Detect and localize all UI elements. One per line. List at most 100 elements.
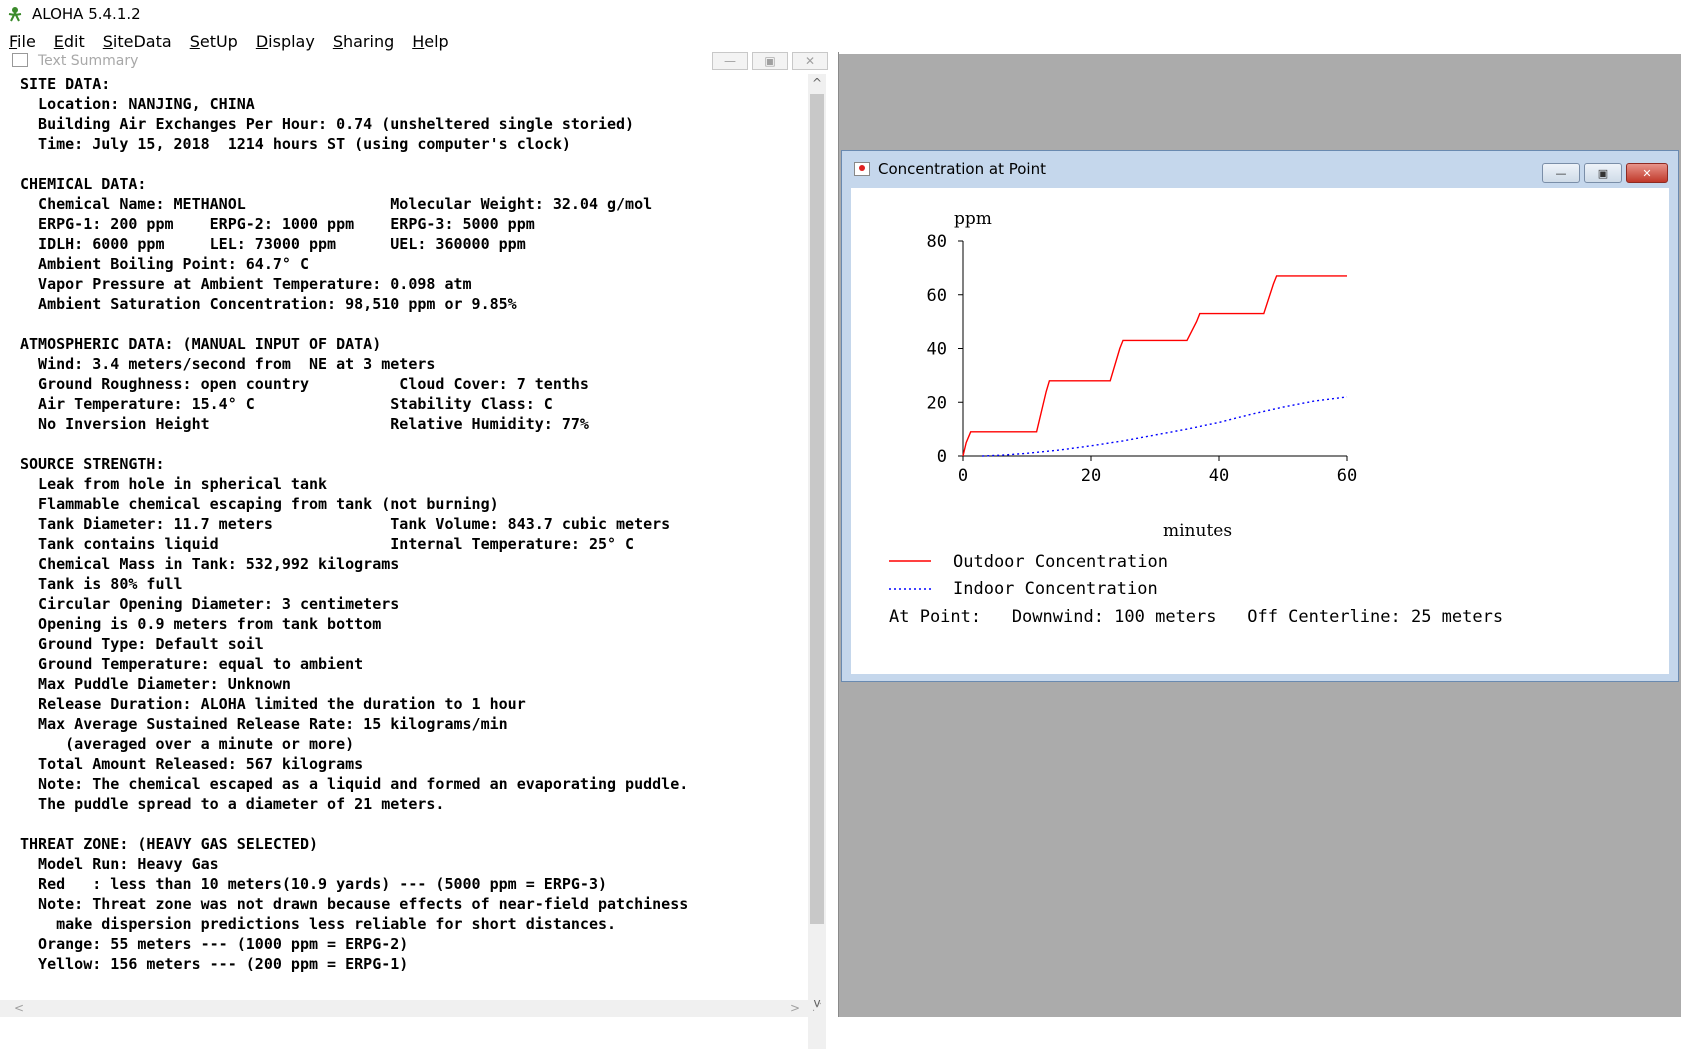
menu-mnemonic: E (53, 31, 64, 51)
summary-line: Yellow: 156 meters --- (200 ppm = ERPG-1… (20, 955, 409, 973)
chart-window-icon (854, 162, 870, 176)
menu-label: iteData (112, 31, 172, 51)
summary-line: make dispersion predictions less reliabl… (20, 915, 617, 933)
x-tick-label: 20 (1081, 466, 1101, 486)
menu-label: isplay (268, 31, 315, 51)
close-button[interactable]: ✕ (1626, 163, 1668, 183)
summary-line: Opening is 0.9 meters from tank bottom (20, 615, 382, 633)
summary-line: Chemical Name: METHANOL Molecular Weight… (20, 195, 653, 213)
menu-bar: File Edit SiteData SetUp Display Sharing Help (0, 28, 1681, 55)
summary-line: Tank Diameter: 11.7 meters Tank Volume: … (20, 515, 671, 533)
y-axis-label: ppm (954, 209, 992, 229)
menu-file[interactable]: File (0, 32, 45, 51)
summary-line: THREAT ZONE: (HEAVY GAS SELECTED) (20, 835, 319, 853)
summary-line: ERPG-1: 200 ppm ERPG-2: 1000 ppm ERPG-3:… (20, 215, 535, 233)
menu-label: elp (424, 31, 449, 51)
restore-icon: ▣ (1597, 166, 1609, 180)
y-tick-label: 60 (927, 286, 947, 306)
chart-series (962, 275, 1348, 457)
minimize-button[interactable]: — (712, 52, 748, 70)
minimize-button[interactable]: — (1542, 163, 1580, 183)
y-tick-label: 80 (927, 232, 947, 252)
summary-line: SOURCE STRENGTH: (20, 455, 165, 473)
menu-mnemonic: S (102, 31, 113, 51)
minimize-icon: — (1555, 166, 1567, 180)
summary-line: Note: The chemical escaped as a liquid a… (20, 775, 689, 793)
summary-line: Total Amount Released: 567 kilograms (20, 755, 364, 773)
y-tick-label: 0 (937, 447, 947, 467)
summary-line: ATMOSPHERIC DATA: (MANUAL INPUT OF DATA) (20, 335, 382, 353)
menu-label: etUp (199, 31, 238, 51)
menu-label: ile (17, 31, 36, 51)
summary-line: Note: Threat zone was not drawn because … (20, 895, 689, 913)
at-point-info: At Point: Downwind: 100 meters Off Cente… (889, 607, 1503, 627)
app-title: ALOHA 5.4.1.2 (32, 5, 141, 23)
text-summary-titlebar[interactable]: Text Summary — ▣ ✕ (0, 52, 838, 72)
x-axis-label: minutes (1163, 521, 1232, 541)
series-line-outdoor (962, 275, 1347, 457)
menu-sharing[interactable]: Sharing (324, 32, 403, 51)
menu-mnemonic: F (9, 31, 18, 51)
text-summary-content: SITE DATA: Location: NANJING, CHINA Buil… (20, 74, 810, 1034)
summary-line: Time: July 15, 2018 1214 hours ST (using… (20, 135, 571, 153)
summary-line: Ground Roughness: open country Cloud Cov… (20, 375, 589, 393)
summary-line: Ground Type: Default soil (20, 635, 264, 653)
menu-help[interactable]: Help (403, 32, 457, 51)
summary-line: Tank contains liquid Internal Temperatur… (20, 535, 635, 553)
summary-line: Air Temperature: 15.4° C Stability Class… (20, 395, 553, 413)
summary-line: Flammable chemical escaping from tank (n… (20, 495, 499, 513)
scroll-right-icon[interactable]: > (790, 1000, 800, 1017)
text-summary-window[interactable]: Text Summary — ▣ ✕ SITE DATA: Location: … (0, 52, 839, 1049)
summary-line: Building Air Exchanges Per Hour: 0.74 (u… (20, 115, 635, 133)
scrollbar-thumb[interactable] (810, 94, 824, 924)
chart-client-area: ppm 0 20 40 60 80 0 20 40 60 minutes Outdoor Con… (851, 188, 1669, 674)
x-tick-label: 40 (1209, 466, 1229, 486)
vertical-scrollbar[interactable]: ^ v (808, 74, 826, 1049)
summary-line: CHEMICAL DATA: (20, 175, 147, 193)
y-tick-label: 40 (927, 340, 947, 360)
summary-line (20, 314, 810, 334)
summary-line: Release Duration: ALOHA limited the dura… (20, 695, 526, 713)
resize-grip-icon[interactable]: ⋰ (812, 1002, 824, 1014)
menu-mnemonic: H (412, 31, 425, 51)
aloha-app-icon (8, 7, 22, 22)
menu-sitedata[interactable]: SiteData (94, 32, 181, 51)
summary-line: No Inversion Height Relative Humidity: 7… (20, 415, 589, 433)
summary-line: Red : less than 10 meters(10.9 yards) --… (20, 875, 607, 893)
summary-line: SITE DATA: (20, 75, 111, 93)
concentration-window[interactable]: Concentration at Point — ▣ ✕ ppm 0 20 40 60… (841, 150, 1679, 682)
restore-icon: ▣ (764, 54, 776, 68)
horizontal-scrollbar[interactable]: < > (0, 1000, 808, 1017)
scroll-left-icon[interactable]: < (14, 1000, 24, 1017)
restore-button[interactable]: ▣ (752, 52, 788, 70)
menu-setup[interactable]: SetUp (181, 32, 247, 51)
menu-display[interactable]: Display (247, 32, 324, 51)
menu-label: dit (63, 31, 85, 51)
summary-line: Circular Opening Diameter: 3 centimeters (20, 595, 400, 613)
legend-outdoor-label: Outdoor Concentration (953, 552, 1168, 572)
summary-line (20, 814, 810, 834)
restore-button[interactable]: ▣ (1584, 163, 1622, 183)
text-summary-title: Text Summary (38, 53, 139, 69)
close-button[interactable]: ✕ (792, 52, 828, 70)
menu-label: haring (342, 31, 395, 51)
scroll-up-icon[interactable]: ^ (808, 74, 826, 92)
menu-mnemonic: S (332, 31, 343, 51)
legend-indoor-label: Indoor Concentration (953, 579, 1158, 599)
close-icon: ✕ (804, 54, 816, 68)
summary-line: Tank is 80% full (20, 575, 183, 593)
summary-line: (averaged over a minute or more) (20, 735, 355, 753)
x-tick-label: 60 (1337, 466, 1357, 486)
summary-line: Orange: 55 meters --- (1000 ppm = ERPG-2… (20, 935, 409, 953)
summary-line: Max Puddle Diameter: Unknown (20, 675, 291, 693)
concentration-title: Concentration at Point (878, 160, 1046, 178)
summary-line: Leak from hole in spherical tank (20, 475, 328, 493)
minimize-icon: — (724, 54, 736, 68)
summary-line: Vapor Pressure at Ambient Temperature: 0… (20, 275, 472, 293)
summary-line: Location: NANJING, CHINA (20, 95, 255, 113)
menu-edit[interactable]: Edit (45, 32, 94, 51)
summary-line: The puddle spread to a diameter of 21 me… (20, 795, 445, 813)
summary-line: Max Average Sustained Release Rate: 15 k… (20, 715, 508, 733)
chart-axes: 0 20 40 60 80 0 20 40 60 (927, 232, 1358, 486)
x-tick-label: 0 (958, 466, 968, 486)
